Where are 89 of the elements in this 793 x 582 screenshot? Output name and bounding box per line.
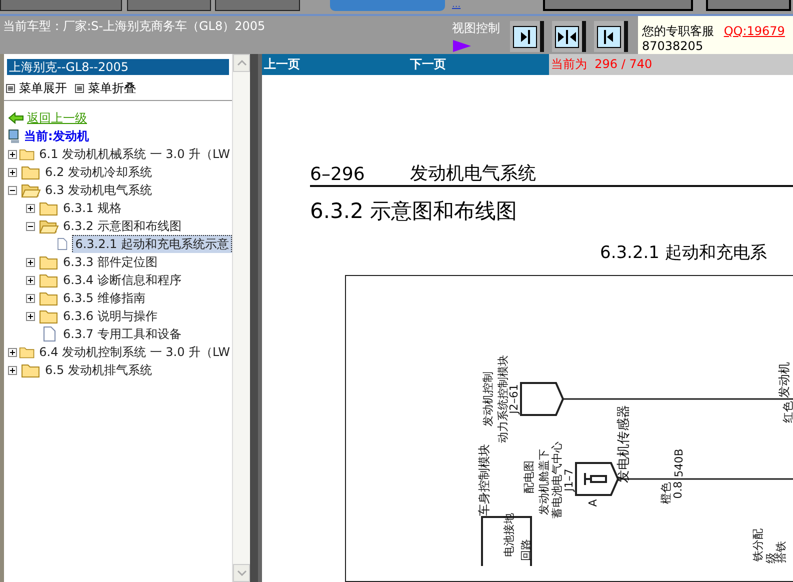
previous-page-link[interactable]: 上一页 [262,56,300,73]
expand-icon[interactable] [8,366,17,374]
toolbar-button[interactable] [0,0,122,11]
diagram-label: 回路 [520,539,532,561]
diagram-label: 红色 [782,401,793,423]
toolbar-button[interactable] [127,0,211,11]
section-title: 发动机电气系统 [410,162,536,185]
computer-icon [8,128,20,144]
diagram-label: 发电机传感器 [616,405,632,483]
diagram-label: 橙色 [660,482,672,504]
sidebar-title[interactable]: 上海别克--GL8--2005 [6,58,230,76]
open-folder-icon [21,182,41,198]
arrow-left-icon [8,112,24,124]
current-section: 当前:发动机 [24,128,89,144]
folder-icon [21,164,41,180]
diagram-label: 配电图 [522,460,536,494]
expand-icon[interactable] [26,276,35,284]
folder-icon [39,254,59,270]
section-heading: 6.3.2 示意图和布线图 [310,198,518,225]
support-phone: 87038205 [642,39,704,53]
diagram-label: 电池接地 [502,513,516,557]
arrow-left-icon [597,26,621,48]
diagram-label: 蓄电池电气中心 [550,442,564,518]
toolbar-button[interactable] [215,0,300,11]
diagram-label: 发动机舱盖下 [538,449,550,515]
expand-icon[interactable] [26,204,35,212]
triangle-icon [452,39,472,53]
diagram-label: 搭铁 [774,541,788,563]
open-folder-icon [39,218,59,234]
expand-icon[interactable] [8,348,17,356]
view-control-label: 视图控制 [452,20,501,37]
diagram-label: 铁分配 [752,528,764,562]
arrow-right-icon [513,26,537,48]
diagram-label: 发动机控制 [482,372,494,426]
diagram-label: 车身控制模块 [477,444,491,516]
toolbar-button[interactable] [542,0,693,11]
next-page-link[interactable]: 下一页 [408,56,446,73]
collapse-icon[interactable] [26,222,35,230]
page-number: 6–296 [310,164,366,185]
view-button[interactable] [552,21,586,52]
diagram-title: 6.3.2.1 起动和充电系 [600,242,768,265]
diagram-label: 540B [672,448,686,478]
tree-item[interactable]: 6.1 发动机机械系统 一 3.0 升（LW [37,146,232,162]
vehicle-info: 当前车型：厂家:S-上海别克商务车（GL8）2005 [2,18,266,35]
tree-item[interactable]: 6.3.5 维修指南 [61,290,148,306]
chevron-down-icon [236,570,246,576]
tree-item[interactable]: 6.4 发动机控制系统 一 3.0 升（LW [37,344,232,360]
expand-icon[interactable] [26,312,35,320]
diagram-label: A [586,499,600,507]
expand-icon[interactable] [26,294,35,302]
arrows-inward-icon [555,26,579,48]
support-label: 您的专职客服 [642,24,714,38]
menu-icon [75,84,84,92]
chevron-up-icon [236,60,246,66]
diagram-label: 动力系统控制模块 [496,355,510,443]
folder-icon [39,272,59,288]
diagram-label: 发动机 [777,362,791,398]
menu-toggle[interactable]: 菜单折叠 [75,80,136,96]
folder-icon [21,362,41,378]
diagram-label: 0.8 [672,481,684,499]
tree-item[interactable]: 6.3.7 专用工具和设备 [61,326,184,342]
tree-item[interactable]: 6.3.2 示意图和布线图 [61,218,184,234]
tree-item[interactable]: 6.3.1 规格 [61,200,124,216]
diagram-label: J1–7 [562,468,576,492]
toolbar-button[interactable] [706,0,791,11]
tree-item[interactable]: 6.3.6 说明与操作 [61,308,160,324]
back-link[interactable]: 返回上一级 [4,109,232,127]
menu-icon [6,84,15,92]
page-position: 当前为 296 / 740 [550,56,652,73]
diagram-label: J2–61 [508,384,520,414]
view-button[interactable] [594,21,628,52]
tree-item[interactable]: 6.2 发动机冷却系统 [43,164,154,180]
collapse-icon[interactable] [8,186,17,194]
folder-icon [39,308,59,324]
folder-icon [39,200,59,216]
expand-icon[interactable] [8,168,17,176]
expand-icon[interactable] [26,258,35,266]
view-button[interactable] [510,21,544,52]
connector-symbol [520,382,564,416]
expand-icon[interactable] [8,150,17,158]
tree-item[interactable]: 6.3.4 诊断信息和程序 [61,272,184,288]
tree-item[interactable]: 6.5 发动机排气系统 [43,362,154,378]
tree-item[interactable]: 6.3 发动机电气系统 [43,182,154,198]
menu-toggle[interactable]: 菜单展开 [6,80,67,96]
qq-link[interactable]: QQ:19679 [724,24,785,38]
tree-item[interactable]: 6.3.2.1 起动和充电系统示意 [72,235,232,253]
folder-icon [39,290,59,306]
diagram-label: 级 [764,552,778,564]
tree-item[interactable]: 6.3.3 部件定位图 [61,254,160,270]
